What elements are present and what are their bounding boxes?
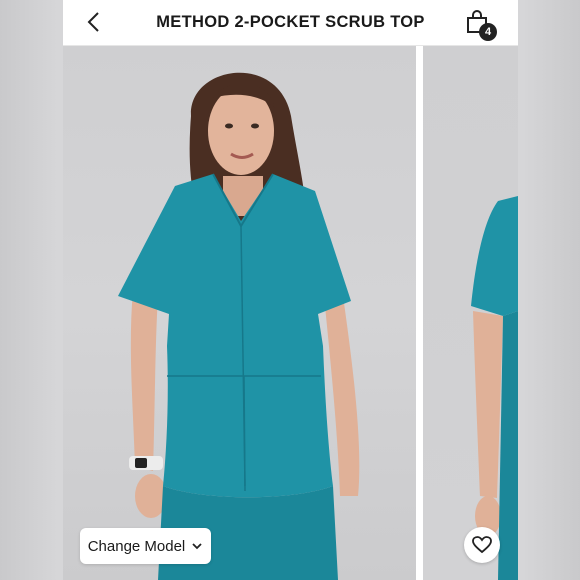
shopping-bag-button[interactable]: 4 [465,9,499,41]
favorite-button[interactable] [464,527,500,563]
product-photo-next[interactable] [423,46,518,580]
change-model-button[interactable]: Change Model [80,528,211,564]
cart-count-badge: 4 [479,23,497,41]
model-illustration [118,72,360,580]
model-side-illustration [471,196,518,580]
change-model-label: Change Model [87,537,186,555]
product-image-gallery[interactable]: Change Model [63,46,518,580]
app-frame: METHOD 2-POCKET SCRUB TOP 4 Change Model [63,0,518,580]
top-header: METHOD 2-POCKET SCRUB TOP 4 [63,0,518,46]
chevron-down-icon [192,543,202,550]
gallery-divider [416,46,423,580]
product-photo-main[interactable]: Change Model [63,46,416,580]
heart-icon [472,536,492,554]
page-title: METHOD 2-POCKET SCRUB TOP [156,13,425,31]
